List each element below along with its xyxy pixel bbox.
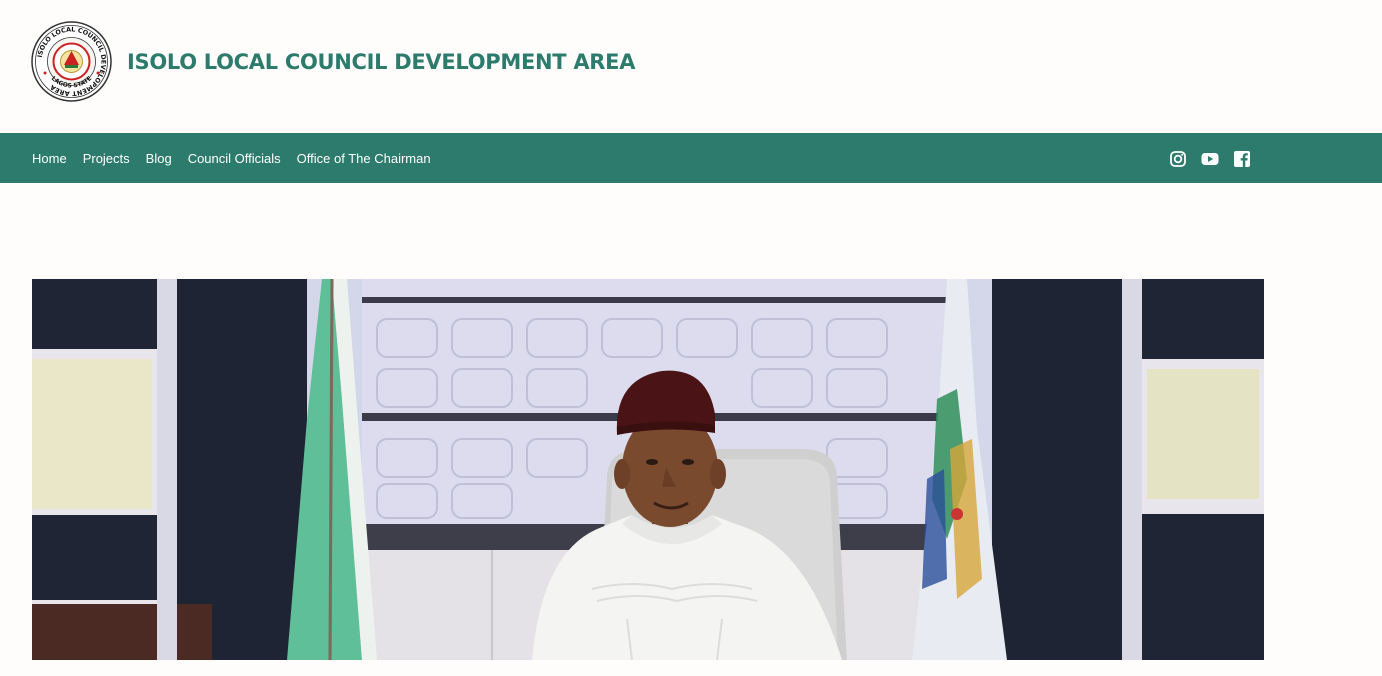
chairman-portrait-image <box>32 279 1264 660</box>
council-seal-image: ISOLO LOCAL COUNCIL DEVELOPMENT AREA LAG… <box>31 21 112 102</box>
nav-item-office-of-the-chairman[interactable]: Office of The Chairman <box>297 151 431 166</box>
facebook-icon[interactable] <box>1233 150 1251 168</box>
hero-banner <box>32 279 1264 660</box>
instagram-icon[interactable] <box>1169 150 1187 168</box>
youtube-icon[interactable] <box>1201 150 1219 168</box>
nav-item-projects[interactable]: Projects <box>83 151 130 166</box>
nav-item-council-officials[interactable]: Council Officials <box>188 151 281 166</box>
site-header: ISOLO LOCAL COUNCIL DEVELOPMENT AREA LAG… <box>0 0 1382 133</box>
nav-item-blog[interactable]: Blog <box>146 151 172 166</box>
nav-list: Home Projects Blog Council Officials Off… <box>32 133 447 183</box>
nav-item-home[interactable]: Home <box>32 151 67 166</box>
site-title[interactable]: ISOLO LOCAL COUNCIL DEVELOPMENT AREA <box>127 50 635 74</box>
social-links <box>1169 150 1251 168</box>
council-logo[interactable]: ISOLO LOCAL COUNCIL DEVELOPMENT AREA LAG… <box>31 21 112 102</box>
